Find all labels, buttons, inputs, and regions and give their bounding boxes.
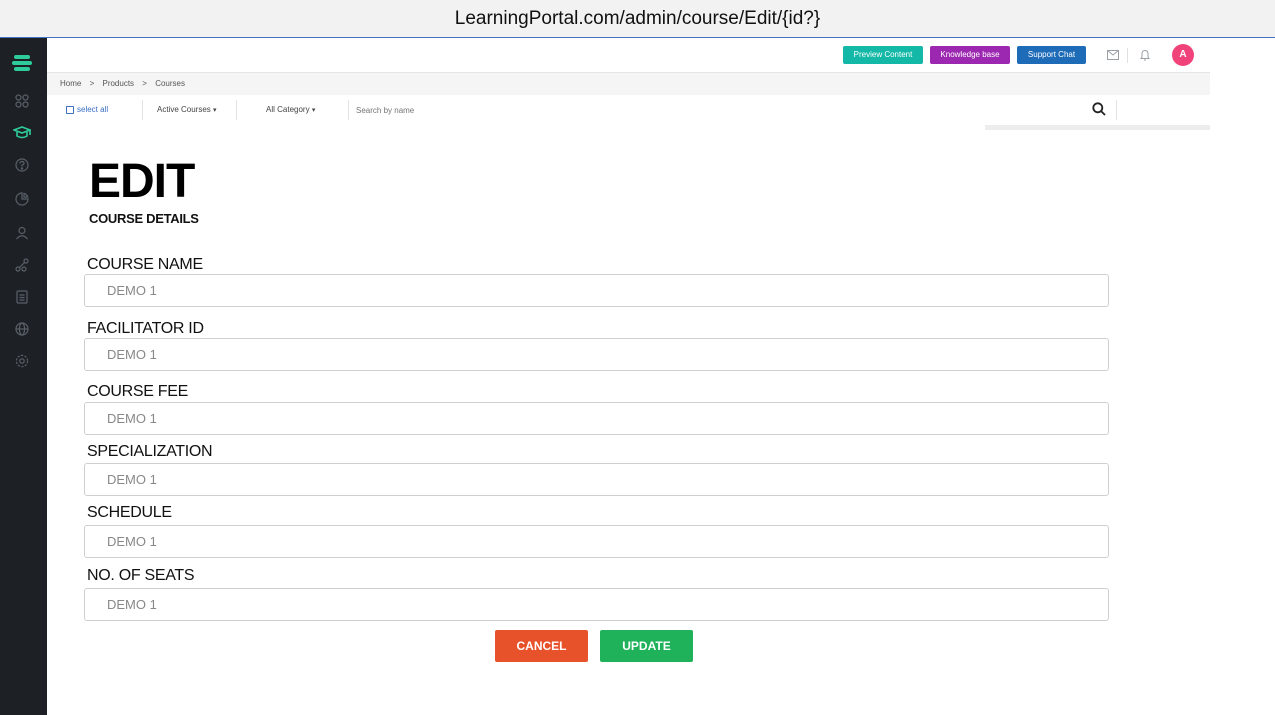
chart-icon[interactable] xyxy=(11,188,33,210)
filter-bar: select all Active Courses ▾ All Category… xyxy=(47,95,1210,125)
active-courses-label: Active Courses xyxy=(157,105,211,114)
search-input[interactable] xyxy=(356,102,956,118)
share-icon[interactable] xyxy=(11,254,33,276)
seats-input[interactable]: DEMO 1 xyxy=(84,588,1109,621)
divider xyxy=(348,100,349,120)
caret-down-icon: ▾ xyxy=(213,107,217,114)
update-button[interactable]: UPDATE xyxy=(600,630,693,662)
active-courses-dropdown[interactable]: Active Courses ▾ xyxy=(157,95,217,125)
dashboard-icon[interactable] xyxy=(11,90,33,112)
knowledge-base-button[interactable]: Knowledge base xyxy=(930,46,1010,64)
course-fee-label: COURSE FEE xyxy=(87,383,189,400)
checkbox-icon[interactable] xyxy=(66,106,74,114)
preview-content-button[interactable]: Preview Content xyxy=(843,46,923,64)
course-name-label: COURSE NAME xyxy=(87,256,203,273)
globe-icon[interactable] xyxy=(11,318,33,340)
caret-down-icon: ▾ xyxy=(311,107,316,114)
schedule-input[interactable]: DEMO 1 xyxy=(84,525,1109,558)
course-name-input[interactable]: DEMO 1 xyxy=(84,274,1109,307)
search-icon[interactable] xyxy=(1092,102,1108,118)
avatar[interactable]: A xyxy=(1172,44,1194,66)
specialization-label: SPECIALIZATION xyxy=(87,443,213,460)
cancel-button[interactable]: CANCEL xyxy=(495,630,588,662)
select-all-label: select all xyxy=(77,105,109,114)
graduation-cap-icon[interactable] xyxy=(11,122,33,144)
mail-icon[interactable] xyxy=(1105,47,1121,63)
all-category-label: All Category xyxy=(266,105,310,114)
user-icon[interactable] xyxy=(11,222,33,244)
select-all-checkbox[interactable]: select all xyxy=(66,95,108,125)
sidebar xyxy=(0,38,47,715)
specialization-input[interactable]: DEMO 1 xyxy=(84,463,1109,496)
document-icon[interactable] xyxy=(11,286,33,308)
facilitator-id-label: FACILITATOR ID xyxy=(87,320,204,337)
page-title: EDIT xyxy=(89,155,195,208)
breadcrumb-products[interactable]: Products xyxy=(102,79,134,88)
breadcrumb-separator: > xyxy=(89,79,95,88)
divider xyxy=(142,100,143,120)
all-category-dropdown[interactable]: All Category ▾ xyxy=(266,95,315,125)
support-chat-button[interactable]: Support Chat xyxy=(1017,46,1086,64)
breadcrumb: Home > Products > Courses xyxy=(47,73,1210,95)
top-bar: Preview Content Knowledge base Support C… xyxy=(47,38,1210,73)
facilitator-id-input[interactable]: DEMO 1 xyxy=(84,338,1109,371)
settings-icon[interactable] xyxy=(11,350,33,372)
breadcrumb-separator: > xyxy=(142,79,147,88)
breadcrumb-home[interactable]: Home xyxy=(60,79,81,88)
divider xyxy=(1127,48,1128,63)
breadcrumb-courses[interactable]: Courses xyxy=(155,79,185,88)
address-bar[interactable]: LearningPortal.com/admin/course/Edit/{id… xyxy=(0,0,1275,38)
bell-icon[interactable] xyxy=(1137,47,1153,63)
seats-label: NO. OF SEATS xyxy=(87,567,195,584)
divider xyxy=(236,100,237,120)
help-icon[interactable] xyxy=(11,154,33,176)
schedule-label: SCHEDULE xyxy=(87,504,172,521)
divider xyxy=(1116,100,1117,120)
course-fee-input[interactable]: DEMO 1 xyxy=(84,402,1109,435)
scroll-strip xyxy=(985,125,1210,130)
page-subtitle: COURSE DETAILS xyxy=(89,211,199,226)
menu-logo-icon[interactable] xyxy=(11,52,33,74)
